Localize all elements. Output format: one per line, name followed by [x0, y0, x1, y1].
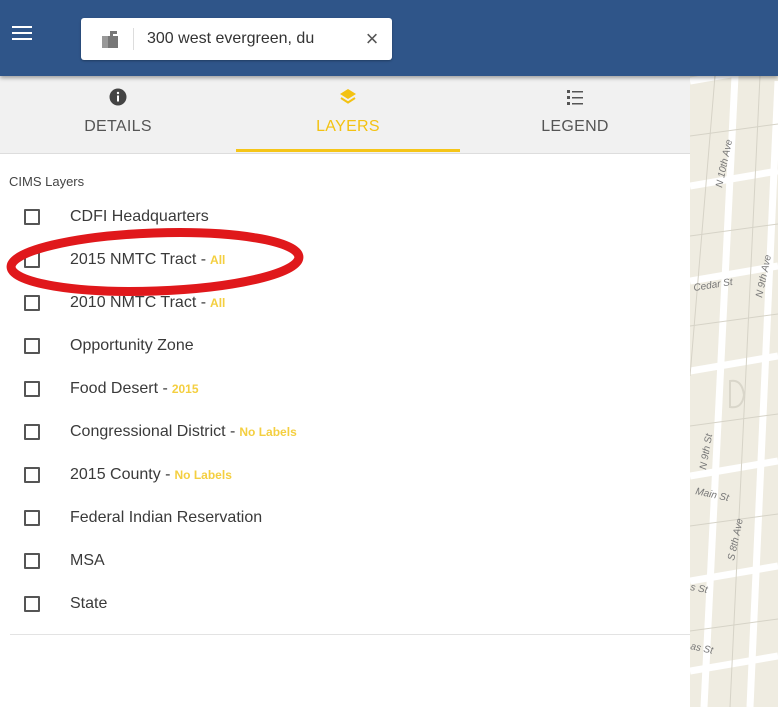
legend-icon [567, 90, 583, 105]
top-bar: × [0, 0, 778, 76]
layer-tag[interactable]: All [210, 296, 225, 310]
map-view[interactable]: N 10th Ave N 9th Ave Cedar St N 9th St M… [690, 76, 778, 707]
layer-label: 2015 County - No Labels [70, 466, 232, 483]
layer-label: Congressional District - No Labels [70, 423, 297, 440]
layer-row-congressional-district[interactable]: Congressional District - No Labels [0, 413, 690, 453]
layer-checkbox[interactable] [24, 424, 40, 440]
tab-layers[interactable]: LAYERS [236, 76, 460, 153]
tab-bar: DETAILS LAYERS LEGEND [0, 76, 690, 154]
street-label: s St [690, 582, 710, 596]
search-divider [133, 28, 134, 50]
layer-checkbox[interactable] [24, 596, 40, 612]
map-canvas: N 10th Ave N 9th Ave Cedar St N 9th St M… [690, 76, 778, 707]
layer-label: MSA [70, 552, 105, 569]
street-label: as St [690, 641, 715, 657]
layer-checkbox[interactable] [24, 252, 40, 268]
layers-icon [340, 89, 356, 104]
layer-label: Food Desert -2015 [70, 380, 199, 397]
tab-details[interactable]: DETAILS [0, 76, 236, 153]
tab-layers-label: LAYERS [316, 118, 380, 135]
layer-row-opportunity-zone[interactable]: Opportunity Zone [0, 327, 690, 367]
layer-tag[interactable]: No Labels [175, 468, 232, 482]
street-label: S 8th Ave [726, 517, 746, 562]
layer-row-2010-nmtc-tract[interactable]: 2010 NMTC Tract - All [0, 284, 690, 324]
layer-label: Opportunity Zone [70, 337, 194, 354]
tab-details-label: DETAILS [84, 118, 152, 135]
layer-checkbox[interactable] [24, 467, 40, 483]
layer-row-federal-indian-reservation[interactable]: Federal Indian Reservation [0, 499, 690, 539]
layer-label: 2010 NMTC Tract - All [70, 294, 226, 311]
layer-label: 2015 NMTC Tract - All [70, 251, 226, 268]
layer-checkbox[interactable] [24, 338, 40, 354]
layer-label: Federal Indian Reservation [70, 509, 263, 526]
layer-row-2015-county[interactable]: 2015 County - No Labels [0, 456, 690, 496]
menu-icon[interactable] [12, 26, 32, 42]
layer-checkbox[interactable] [24, 553, 40, 569]
layer-checkbox[interactable] [24, 295, 40, 311]
info-icon [109, 88, 127, 106]
layers-panel: CIMS Layers CDFI Headquarters 2015 NMTC … [0, 154, 690, 707]
layer-row-2015-nmtc-tract[interactable]: 2015 NMTC Tract - All [0, 241, 690, 281]
layer-tag[interactable]: No Labels [239, 425, 296, 439]
layer-row-state[interactable]: State [0, 585, 690, 625]
layer-checkbox[interactable] [24, 510, 40, 526]
layer-row-cdfi-headquarters[interactable]: CDFI Headquarters [0, 198, 690, 238]
layer-checkbox[interactable] [24, 209, 40, 225]
layer-label: CDFI Headquarters [70, 208, 209, 225]
mailbox-icon [102, 31, 118, 48]
tab-legend[interactable]: LEGEND [460, 76, 690, 153]
search-box[interactable]: × [81, 18, 392, 60]
section-title: CIMS Layers [9, 174, 85, 189]
tab-legend-label: LEGEND [541, 118, 609, 135]
layer-checkbox[interactable] [24, 381, 40, 397]
layer-tag[interactable]: 2015 [172, 382, 199, 396]
panel-divider [10, 634, 690, 635]
layer-row-msa[interactable]: MSA [0, 542, 690, 582]
active-tab-indicator [236, 149, 460, 152]
layer-tag[interactable]: All [210, 253, 225, 267]
close-icon[interactable]: × [361, 28, 383, 50]
layer-row-food-desert[interactable]: Food Desert -2015 [0, 370, 690, 410]
search-input[interactable] [147, 18, 347, 60]
layer-label: State [70, 595, 108, 612]
